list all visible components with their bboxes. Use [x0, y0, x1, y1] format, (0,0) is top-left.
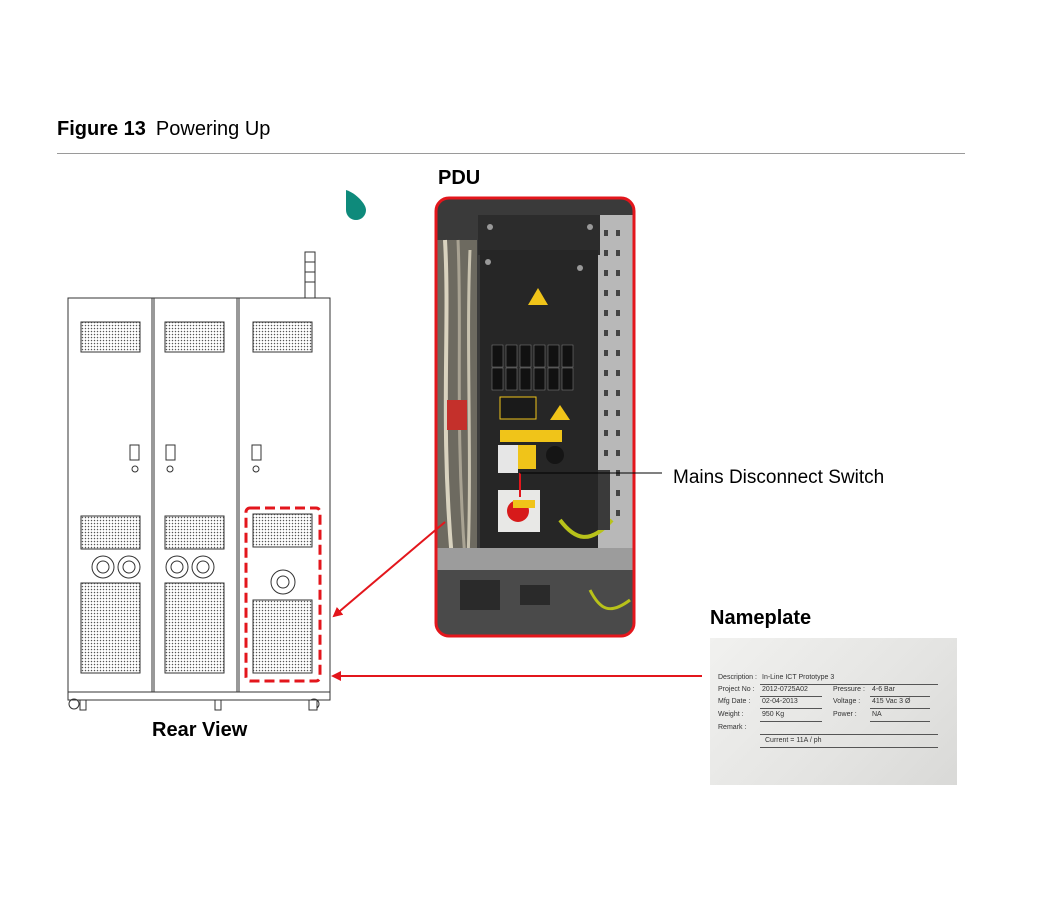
- np-voltage-value: 415 Vac 3 Ø: [872, 698, 911, 705]
- np-pressure-value: 4-6 Bar: [872, 686, 895, 693]
- np-remark-label: Remark :: [718, 724, 747, 731]
- nameplate-photo: Description : In-Line ICT Prototype 3 Pr…: [710, 638, 957, 785]
- teal-marker-icon: [346, 190, 366, 220]
- np-pressure-label: Pressure :: [833, 686, 865, 693]
- np-project-value: 2012-0725A02: [762, 686, 808, 693]
- np-current-value: Current = 11A / ph: [765, 737, 822, 744]
- np-weight-label: Weight :: [718, 711, 744, 718]
- rear-view-label: Rear View: [152, 719, 248, 741]
- np-weight-value: 950 Kg: [762, 711, 785, 718]
- np-project-label: Project No :: [718, 686, 755, 693]
- pdu-label: PDU: [438, 167, 481, 189]
- np-voltage-label: Voltage :: [833, 698, 861, 705]
- np-description-label: Description :: [718, 674, 757, 681]
- mains-disconnect-switch-label: Mains Disconnect Switch: [673, 467, 885, 488]
- pdu-photo: [437, 199, 633, 635]
- np-description-value: In-Line ICT Prototype 3: [762, 674, 835, 681]
- np-power-label: Power :: [833, 711, 857, 718]
- np-mfg-label: Mfg Date :: [718, 698, 751, 705]
- np-power-value: NA: [872, 711, 882, 718]
- rear-view-cabinet: [67, 251, 331, 711]
- pdu-arrow: [332, 521, 446, 618]
- np-mfg-value: 02-04-2013: [762, 698, 798, 705]
- nameplate-label: Nameplate: [710, 607, 812, 629]
